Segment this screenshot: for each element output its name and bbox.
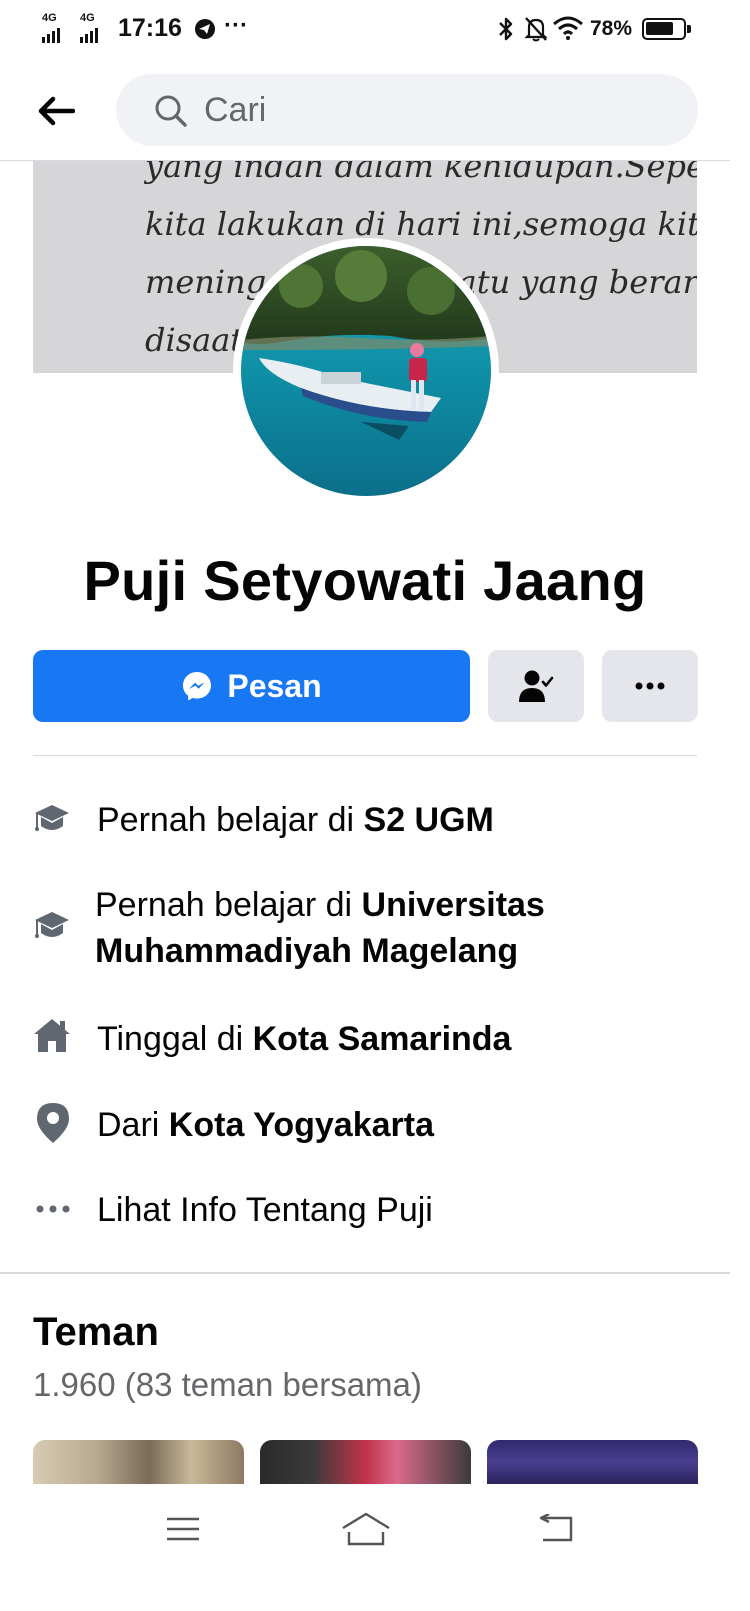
message-button-label: Pesan (227, 667, 322, 704)
friend-thumbnail[interactable] (487, 1440, 698, 1484)
detail-value: S2 UGM (363, 801, 494, 839)
battery-fill (646, 22, 673, 35)
cover-text-line: kita lakukan di hari ini,semoga kita dap… (145, 205, 697, 243)
menu-icon (167, 1517, 199, 1541)
back-nav-button[interactable] (517, 1506, 597, 1552)
mute-bell-icon (524, 16, 548, 47)
home-icon (34, 1019, 70, 1052)
detail-prefix: Pernah belajar di (95, 886, 362, 924)
menu-button[interactable] (143, 1506, 223, 1552)
detail-value: Kota Yogyakarta (168, 1106, 434, 1144)
signal-1-label: 4G (42, 12, 57, 24)
more-options-button[interactable] (602, 650, 698, 722)
section-divider (33, 755, 697, 756)
friend-thumbnail[interactable] (260, 1440, 471, 1484)
more-dots-icon (36, 1205, 70, 1213)
profile-name: Puji Setyowati Jaang (83, 549, 647, 612)
detail-text: Tinggal di Kota Samarinda (97, 1016, 697, 1062)
status-bar: 4G 4G 17:16 ··· 78% (0, 0, 750, 60)
back-button[interactable] (30, 88, 82, 134)
profile-avatar[interactable] (233, 238, 499, 504)
detail-value: Kota Samarinda (252, 1020, 512, 1058)
wifi-icon (552, 16, 584, 45)
bluetooth-icon (497, 16, 515, 47)
cover-text-line: yang indah dalam kehidupan.Seperti yang (145, 161, 697, 185)
graduation-cap-icon (35, 912, 69, 938)
more-dots-icon (635, 682, 665, 690)
friend-thumbnail[interactable] (33, 1440, 244, 1484)
detail-text: Lihat Info Tentang Puji (97, 1187, 697, 1233)
cover-text-line: disaat (145, 321, 244, 359)
status-overflow: ··· (224, 12, 248, 39)
detail-text: Pernah belajar di S2 UGM (97, 797, 697, 843)
graduation-cap-icon (35, 805, 69, 831)
signal-2-label: 4G (80, 12, 95, 24)
system-nav-bar (0, 1484, 750, 1611)
search-input[interactable] (204, 74, 674, 146)
section-divider (0, 1272, 730, 1274)
detail-prefix: Pernah belajar di (97, 801, 364, 839)
detail-text: Dari Kota Yogyakarta (97, 1102, 697, 1148)
location-pin-icon (37, 1103, 69, 1143)
battery-icon (642, 18, 691, 40)
friend-status-icon (519, 670, 554, 702)
avatar-photo (241, 246, 491, 496)
search-bar[interactable] (116, 74, 698, 146)
telegram-icon (194, 18, 216, 45)
detail-text: Pernah belajar di Universitas Muhammadiy… (95, 882, 695, 974)
signal-icon (42, 28, 60, 43)
battery-percentage: 78% (590, 17, 633, 40)
detail-prefix: Tinggal di (97, 1020, 253, 1058)
signal-icon (80, 28, 98, 43)
home-outline-icon (342, 1512, 390, 1546)
messenger-icon (183, 672, 212, 701)
status-time: 17:16 (118, 14, 182, 42)
detail-prefix: Lihat Info Tentang Puji (97, 1191, 433, 1229)
friends-heading[interactable]: Teman (33, 1310, 159, 1355)
detail-prefix: Dari (97, 1106, 169, 1144)
search-icon (155, 95, 187, 127)
friend-status-button[interactable] (488, 650, 584, 722)
friends-count: 1.960 (83 teman bersama) (33, 1366, 422, 1403)
back-nav-icon (539, 1514, 573, 1542)
home-nav-button[interactable] (326, 1506, 406, 1552)
back-arrow-icon (38, 96, 75, 126)
message-button[interactable]: Pesan (33, 650, 470, 722)
